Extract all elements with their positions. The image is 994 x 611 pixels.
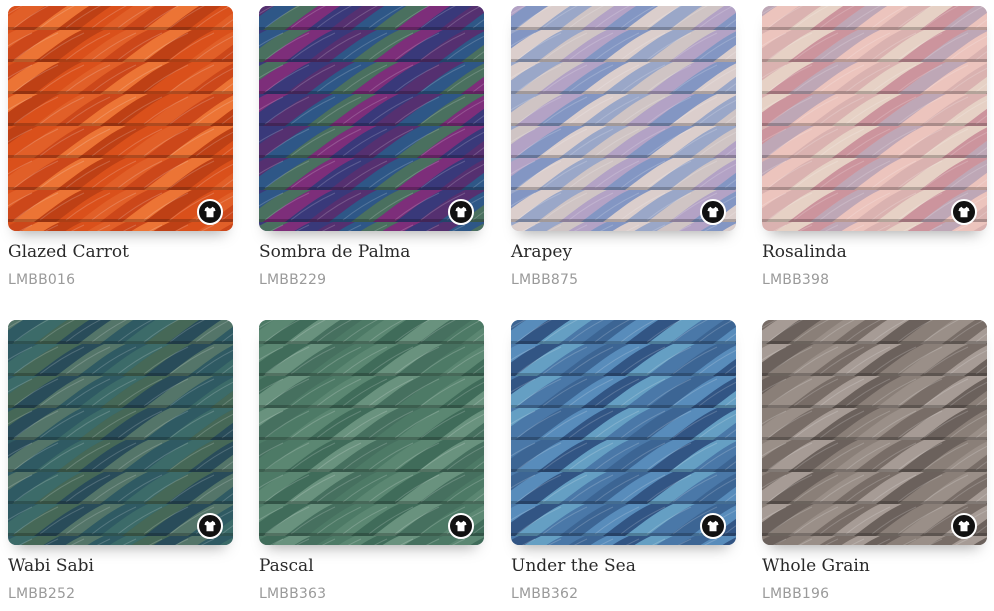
product-swatch[interactable] (259, 320, 484, 545)
yarn-swatch-image (8, 6, 233, 231)
shirt-button[interactable] (700, 513, 726, 539)
yarn-swatch-image (259, 320, 484, 545)
product-card[interactable]: Whole Grain LMBB196 (762, 320, 987, 603)
product-code: LMBB016 (8, 272, 76, 288)
product-card[interactable]: Under the Sea LMBB362 (511, 320, 736, 603)
product-card[interactable]: Glazed Carrot LMBB016 (8, 6, 233, 289)
product-swatch[interactable] (762, 6, 987, 231)
shirt-icon (958, 206, 970, 218)
product-code: LMBB398 (762, 272, 830, 288)
product-swatch[interactable] (8, 320, 233, 545)
product-code: LMBB196 (762, 586, 830, 602)
shirt-icon (204, 520, 216, 532)
shirt-icon (958, 520, 970, 532)
product-swatch[interactable] (511, 6, 736, 231)
yarn-swatch-image (8, 320, 233, 545)
product-name[interactable]: Glazed Carrot (8, 241, 233, 263)
product-name[interactable]: Whole Grain (762, 555, 987, 577)
yarn-swatch-image (762, 320, 987, 545)
product-name[interactable]: Rosalinda (762, 241, 987, 263)
shirt-icon (455, 206, 467, 218)
product-name[interactable]: Under the Sea (511, 555, 736, 577)
product-code: LMBB229 (259, 272, 327, 288)
product-code: LMBB875 (511, 272, 579, 288)
product-swatch[interactable] (511, 320, 736, 545)
product-name[interactable]: Wabi Sabi (8, 555, 233, 577)
product-swatch[interactable] (8, 6, 233, 231)
shirt-button[interactable] (951, 513, 977, 539)
yarn-swatch-image (259, 6, 484, 231)
shirt-button[interactable] (448, 199, 474, 225)
product-code: LMBB362 (511, 586, 579, 602)
shirt-icon (707, 520, 719, 532)
product-name[interactable]: Pascal (259, 555, 484, 577)
shirt-icon (455, 520, 467, 532)
yarn-swatch-image (511, 320, 736, 545)
shirt-icon (707, 206, 719, 218)
product-code: LMBB363 (259, 586, 327, 602)
product-card[interactable]: Rosalinda LMBB398 (762, 6, 987, 289)
product-grid: Glazed Carrot LMBB016 Sombra de Palma LMBB2… (0, 0, 994, 611)
shirt-button[interactable] (951, 199, 977, 225)
product-swatch[interactable] (259, 6, 484, 231)
product-name[interactable]: Arapey (511, 241, 736, 263)
yarn-swatch-image (762, 6, 987, 231)
product-swatch[interactable] (762, 320, 987, 545)
product-card[interactable]: Wabi Sabi LMBB252 (8, 320, 233, 603)
product-code: LMBB252 (8, 586, 76, 602)
product-card[interactable]: Arapey LMBB875 (511, 6, 736, 289)
shirt-button[interactable] (700, 199, 726, 225)
yarn-swatch-image (511, 6, 736, 231)
shirt-button[interactable] (197, 513, 223, 539)
product-card[interactable]: Pascal LMBB363 (259, 320, 484, 603)
product-card[interactable]: Sombra de Palma LMBB229 (259, 6, 484, 289)
product-name[interactable]: Sombra de Palma (259, 241, 484, 263)
shirt-button[interactable] (197, 199, 223, 225)
shirt-icon (204, 206, 216, 218)
shirt-button[interactable] (448, 513, 474, 539)
